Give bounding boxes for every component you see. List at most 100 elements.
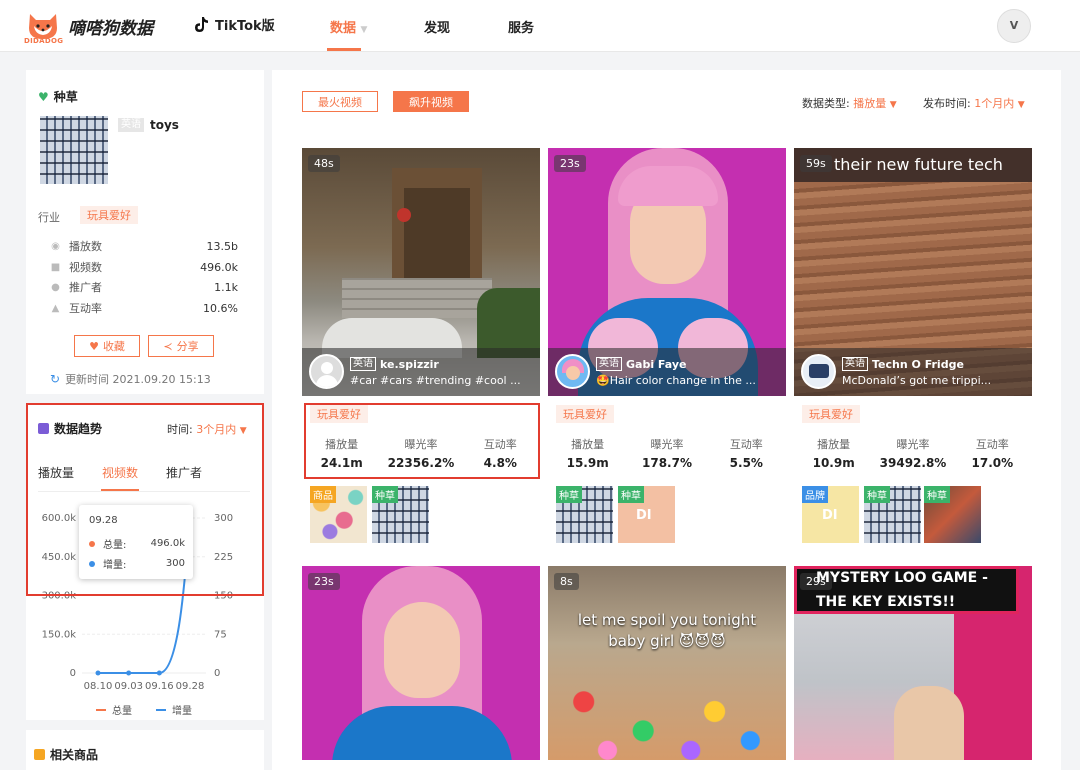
section-title-text: 种草 [53, 90, 78, 104]
author-avatar[interactable] [309, 354, 344, 389]
plays-value: 15.9m [566, 456, 609, 470]
heart-icon: ♥ [38, 89, 49, 104]
series-point [156, 670, 162, 676]
refresh-icon[interactable]: ↻ [50, 372, 60, 386]
x-tick-label: 08.10 [84, 681, 113, 692]
stat-videos: ■ 视频数 496.0k [50, 259, 238, 275]
user-icon: ● [51, 281, 60, 293]
x-tick-label: 09.28 [176, 681, 205, 692]
related-title: 相关商品 [34, 746, 98, 763]
stat-label: 播放量 [571, 438, 605, 451]
tooltip-date: 09.28 [89, 515, 118, 526]
data-type-filter[interactable]: 数据类型: 播放量 ▼ [802, 95, 897, 111]
tiktok-platform-switch[interactable]: TikTok版 [193, 15, 275, 34]
brand-tag: 品牌 [802, 486, 828, 503]
related-title-text: 相关商品 [50, 748, 99, 762]
related-topic-thumb[interactable]: 种草 [372, 486, 429, 543]
heart-icon: ♥ [89, 339, 99, 353]
related-topic-thumb[interactable]: 种草 [924, 486, 981, 543]
duration-badge: 59s [800, 155, 832, 172]
stat-label: 视频数 [69, 261, 102, 274]
industry-tag[interactable]: 玩具爱好 [80, 206, 138, 224]
favorite-label: 收藏 [102, 340, 125, 353]
author-name[interactable]: ke.spizzir [380, 358, 439, 371]
video-card[interactable]: 23s [302, 566, 540, 760]
card-stats-highlight-box [304, 403, 540, 479]
category-tag[interactable]: 玩具爱好 [556, 405, 614, 423]
related-topic-thumb[interactable]: 种草 [864, 486, 921, 543]
y2-tick-label: 0 [214, 668, 220, 679]
share-label: 分享 [176, 340, 199, 353]
topic-thumbnail[interactable] [40, 116, 108, 184]
y-tick-label: 0 [70, 668, 76, 679]
video-thumbnail[interactable] [302, 566, 540, 760]
favorite-button[interactable]: ♥ 收藏 [74, 335, 140, 357]
nav-data[interactable]: 数据 ▼ [330, 17, 367, 36]
author-avatar[interactable] [801, 354, 836, 389]
author-avatar[interactable] [555, 354, 590, 389]
chevron-down-icon: ▼ [889, 100, 897, 110]
stat-label: 播放数 [69, 240, 102, 253]
tooltip-label: 增量: [103, 560, 127, 571]
video-filter-bar: 最火视频 飙升视频 数据类型: 播放量 ▼ 发布时间: 1个月内 ▼ [272, 70, 1061, 132]
legend-label: 总量 [112, 704, 132, 717]
author-name[interactable]: Techn O Fridge [872, 358, 964, 371]
author-name[interactable]: Gabi Faye [626, 358, 687, 371]
y2-tick-label: 75 [214, 629, 227, 640]
author-row: 英语 Gabi Faye [596, 357, 687, 371]
chevron-down-icon: ▼ [1017, 100, 1025, 110]
share-button[interactable]: ≺ 分享 [148, 335, 214, 357]
video-description: McDonald’s got me trippi... [842, 374, 992, 387]
related-brand-thumb[interactable]: 品牌 DI [802, 486, 859, 543]
category-tag[interactable]: 玩具爱好 [802, 405, 860, 423]
stat-promoters: ● 推广者 1.1k [50, 279, 238, 295]
top-navigation-bar: DIDADOG 嘀嗒狗数据 TikTok版 数据 ▼ 发现 服务 V [0, 0, 1080, 52]
publish-time-label: 发布时间: [923, 97, 971, 110]
tiktok-icon [195, 17, 208, 32]
related-topic-thumb[interactable]: 种草 [556, 486, 613, 543]
topic-tag: 种草 [372, 486, 398, 503]
video-thumbnail[interactable] [548, 566, 786, 760]
video-card[interactable]: 23s 英语 Gabi Faye 🤩Hair color change in t… [548, 148, 786, 550]
engagement-value: 5.5% [729, 456, 763, 470]
segment-rising[interactable]: 飙升视频 [393, 91, 469, 112]
update-time: ↻ 更新时间 2021.09.20 15:13 [50, 371, 211, 387]
video-card[interactable]: 48s 英语 ke.spizzir #car #cars #trending #… [302, 148, 540, 550]
video-caption: let me spoil you tonight baby girl 😈😈😈 [577, 611, 757, 650]
related-products-panel: 相关商品 [26, 730, 264, 770]
stat-label: 互动率 [975, 438, 1009, 451]
stat-value: 496.0k [200, 260, 238, 274]
language-tag: 英语 [842, 357, 868, 371]
video-icon: ■ [50, 261, 61, 273]
author-row: 英语 Techn O Fridge [842, 357, 964, 371]
nav-discover[interactable]: 发现 [424, 17, 450, 36]
video-card[interactable]: 8s let me spoil you tonight baby girl 😈😈… [548, 566, 786, 760]
stat-label: 互动率 [729, 438, 763, 451]
nav-service[interactable]: 服务 [508, 17, 534, 36]
stat-plays: ◉ 播放数 13.5b [50, 238, 238, 254]
user-avatar[interactable]: V [997, 9, 1031, 43]
data-type-value: 播放量 [853, 97, 887, 110]
legend-dot [89, 560, 95, 567]
engagement-value: 17.0% [971, 456, 1014, 470]
stat-label: 播放量 [817, 438, 851, 451]
publish-time-filter[interactable]: 发布时间: 1个月内 ▼ [923, 95, 1025, 111]
duration-badge: 48s [308, 155, 340, 172]
video-caption: MYSTERY LOO GAME - THE KEY EXISTS!! [816, 570, 988, 610]
author-row: 英语 ke.spizzir [350, 357, 439, 371]
video-card[interactable]: 29s MYSTERY LOO GAME - THE KEY EXISTS!! [794, 566, 1032, 760]
video-card[interactable]: 59s their new future tech 英语 Techn O Fri… [794, 148, 1032, 550]
x-tick-label: 09.16 [145, 681, 174, 692]
related-topic-thumb[interactable]: 种草 DI [618, 486, 675, 543]
tooltip-label: 总量: [103, 540, 127, 551]
share-icon: ≺ [163, 339, 173, 353]
language-tag: 英语 [118, 118, 144, 132]
tooltip-value: 496.0k [150, 538, 185, 549]
nav-data-label: 数据 [330, 21, 357, 36]
brand-title[interactable]: 嘀嗒狗数据 [68, 14, 153, 39]
segment-hottest[interactable]: 最火视频 [302, 91, 378, 112]
legend-dot [89, 540, 95, 547]
series-point [126, 670, 132, 676]
related-product-thumb[interactable]: 商品 [310, 486, 367, 543]
stat-label: 推广者 [69, 281, 102, 294]
